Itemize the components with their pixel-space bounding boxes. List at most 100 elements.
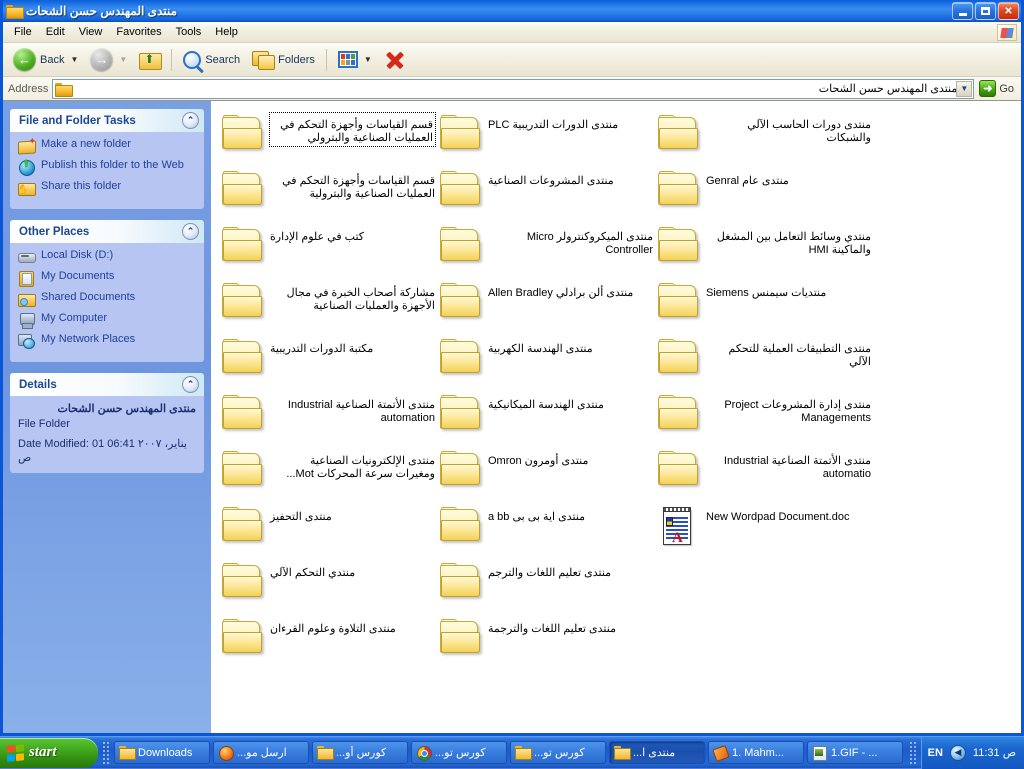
delete-x-icon bbox=[384, 49, 406, 71]
folder-item[interactable]: مشاركة أصحاب الخبرة في مجال الأجهزة والع… bbox=[219, 279, 437, 335]
folder-icon bbox=[221, 283, 263, 323]
volume-icon[interactable]: ◀ bbox=[950, 745, 966, 761]
folder-item[interactable]: منتدى دورات الحاسب الآلي والشبكات bbox=[655, 111, 873, 167]
folder-item[interactable]: منتدي وسائط التعامل بين المشغل والماكينة… bbox=[655, 223, 873, 279]
place-my-documents[interactable]: My Documents bbox=[18, 270, 196, 286]
folder-item[interactable]: منتديات سيمنس Siemens bbox=[655, 279, 873, 335]
close-button[interactable]: ✕ bbox=[998, 2, 1019, 20]
delete-button[interactable] bbox=[379, 46, 411, 74]
folder-item[interactable]: منتدى اية بى بى a bb bbox=[437, 503, 655, 559]
windows-flag-icon bbox=[7, 744, 24, 761]
folder-item[interactable]: منتدى أومرون Omron bbox=[437, 447, 655, 503]
folder-item[interactable]: منتدى عام Genral bbox=[655, 167, 873, 223]
folder-item[interactable]: منتدى الميكروكنترولر Micro Controller bbox=[437, 223, 655, 279]
views-button[interactable]: ▼ bbox=[333, 46, 377, 74]
folder-item[interactable]: منتدي التحكم الآلي bbox=[219, 559, 437, 615]
start-button[interactable]: start bbox=[0, 738, 98, 768]
tray-grip[interactable] bbox=[909, 741, 917, 765]
menu-file[interactable]: File bbox=[7, 23, 39, 41]
title-bar[interactable]: منتدى المهندس حسن الشحات ✕ bbox=[3, 0, 1021, 22]
chrome-icon bbox=[416, 746, 431, 759]
folder-item[interactable]: منتدى التحفيز bbox=[219, 503, 437, 559]
details-body: منتدى المهندس حسن الشحات File Folder Dat… bbox=[10, 396, 204, 473]
folder-item[interactable]: منتدى الهندسة الميكانيكية bbox=[437, 391, 655, 447]
other-places-header[interactable]: Other Places ⌃ bbox=[10, 220, 204, 243]
language-indicator[interactable]: EN bbox=[928, 747, 943, 759]
file-folder-tasks-header[interactable]: File and Folder Tasks ⌃ bbox=[10, 109, 204, 132]
folder-item[interactable]: قسم القياسات وأجهزة التحكم في العمليات ا… bbox=[219, 111, 437, 167]
taskbar-button[interactable]: 1.GIF - ... bbox=[807, 741, 903, 764]
folder-item[interactable]: منتدى ألن برادلي Allen Bradley bbox=[437, 279, 655, 335]
address-input[interactable]: D:\منتدى المهندس حسن الشحات ▼ bbox=[52, 79, 974, 99]
folder-icon bbox=[657, 227, 699, 267]
item-label: منتدى تعليم اللغات والترجمة bbox=[488, 617, 616, 636]
folder-item[interactable]: منتدى الدورات التدريبية PLC bbox=[437, 111, 655, 167]
task-label: Make a new folder bbox=[41, 138, 131, 151]
folder-item[interactable]: منتدى التلاوة وعلوم القرءان bbox=[219, 615, 437, 671]
minimize-button[interactable] bbox=[952, 2, 973, 20]
folder-item[interactable]: منتدى إدارة المشروعات Project Management… bbox=[655, 391, 873, 447]
collapse-chevron-icon[interactable]: ⌃ bbox=[182, 376, 199, 393]
taskbar-button[interactable]: 1. Mahm... bbox=[708, 741, 804, 764]
folder-item[interactable]: منتدى التطبيقات العملية للتحكم الآلي bbox=[655, 335, 873, 391]
menu-view[interactable]: View bbox=[72, 23, 110, 41]
address-label: Address bbox=[8, 83, 48, 95]
folder-icon bbox=[657, 171, 699, 211]
item-label: منتدى التطبيقات العملية للتحكم الآلي bbox=[706, 337, 871, 369]
folder-item[interactable]: قسم القياسات وأجهزة التحكم في العمليات ا… bbox=[219, 167, 437, 223]
back-dropdown-icon[interactable]: ▼ bbox=[70, 55, 78, 64]
taskbar-button[interactable]: Downloads bbox=[114, 741, 210, 764]
back-button[interactable]: ← Back ▼ bbox=[8, 46, 83, 74]
collapse-chevron-icon[interactable]: ⌃ bbox=[182, 112, 199, 129]
taskbar-button[interactable]: كورس تو... bbox=[411, 741, 507, 764]
menu-help[interactable]: Help bbox=[208, 23, 245, 41]
address-dropdown-icon[interactable]: ▼ bbox=[956, 81, 972, 97]
task-publish-to-web[interactable]: Publish this folder to the Web bbox=[18, 159, 196, 175]
file-list-pane[interactable]: قسم القياسات وأجهزة التحكم في العمليات ا… bbox=[211, 101, 1021, 733]
forward-button[interactable]: → ▼ bbox=[85, 46, 132, 74]
taskbar-button[interactable]: ارسل مو... bbox=[213, 741, 309, 764]
task-make-new-folder[interactable]: Make a new folder bbox=[18, 138, 196, 154]
wordpad-document-icon: A bbox=[657, 507, 699, 547]
forward-dropdown-icon[interactable]: ▼ bbox=[119, 55, 127, 64]
clock[interactable]: 11:31 ص bbox=[973, 746, 1016, 759]
taskbar-button[interactable]: كورس تو... bbox=[510, 741, 606, 764]
file-item[interactable]: ANew Wordpad Document.doc bbox=[655, 503, 873, 559]
menu-tools[interactable]: Tools bbox=[169, 23, 209, 41]
file-folder-tasks-title: File and Folder Tasks bbox=[19, 115, 136, 127]
details-header[interactable]: Details ⌃ bbox=[10, 373, 204, 396]
my-computer-icon bbox=[18, 312, 35, 328]
taskbar-button[interactable]: منتدى ا... bbox=[609, 741, 705, 764]
folder-icon bbox=[657, 339, 699, 379]
place-my-network-places[interactable]: My Network Places bbox=[18, 333, 196, 349]
views-dropdown-icon[interactable]: ▼ bbox=[364, 55, 372, 64]
folder-item[interactable]: منتدى تعليم اللغات والترجم bbox=[437, 559, 655, 615]
up-button[interactable] bbox=[134, 46, 165, 74]
folder-item[interactable]: منتدى تعليم اللغات والترجمة bbox=[437, 615, 655, 671]
search-icon bbox=[183, 51, 201, 69]
item-label: منتدى اية بى بى a bb bbox=[488, 505, 585, 524]
folder-item[interactable]: منتدى الأتمتة الصناعية Industrial automa… bbox=[219, 391, 437, 447]
folder-item[interactable]: مكتبة الدورات التدريبية bbox=[219, 335, 437, 391]
folder-item[interactable]: منتدى الأتمتة الصناعية Industrial automa… bbox=[655, 447, 873, 503]
folder-item[interactable]: كتب في علوم الإدارة bbox=[219, 223, 437, 279]
folder-item[interactable]: منتدى المشروعات الصناعية bbox=[437, 167, 655, 223]
menu-favorites[interactable]: Favorites bbox=[109, 23, 168, 41]
menu-bar: File Edit View Favorites Tools Help bbox=[3, 22, 1021, 43]
go-button[interactable]: ➜ Go bbox=[974, 80, 1019, 97]
maximize-button[interactable] bbox=[975, 2, 996, 20]
search-button[interactable]: Search bbox=[178, 46, 245, 74]
place-my-computer[interactable]: My Computer bbox=[18, 312, 196, 328]
place-shared-documents[interactable]: Shared Documents bbox=[18, 291, 196, 307]
place-local-disk-d[interactable]: Local Disk (D:) bbox=[18, 249, 196, 265]
taskbar-button[interactable]: كورس أو... bbox=[312, 741, 408, 764]
back-arrow-icon: ← bbox=[13, 48, 36, 71]
menu-edit[interactable]: Edit bbox=[39, 23, 72, 41]
task-share-folder[interactable]: Share this folder bbox=[18, 180, 196, 196]
window-body: File and Folder Tasks ⌃ Make a new folde… bbox=[3, 101, 1021, 733]
folders-button[interactable]: Folders bbox=[247, 46, 320, 74]
folder-item[interactable]: منتدى الهندسة الكهربية bbox=[437, 335, 655, 391]
taskbar-grip[interactable] bbox=[102, 741, 110, 765]
collapse-chevron-icon[interactable]: ⌃ bbox=[182, 223, 199, 240]
folder-item[interactable]: منتدى الإلكترونيات الصناعية ومغيرات سرعة… bbox=[219, 447, 437, 503]
